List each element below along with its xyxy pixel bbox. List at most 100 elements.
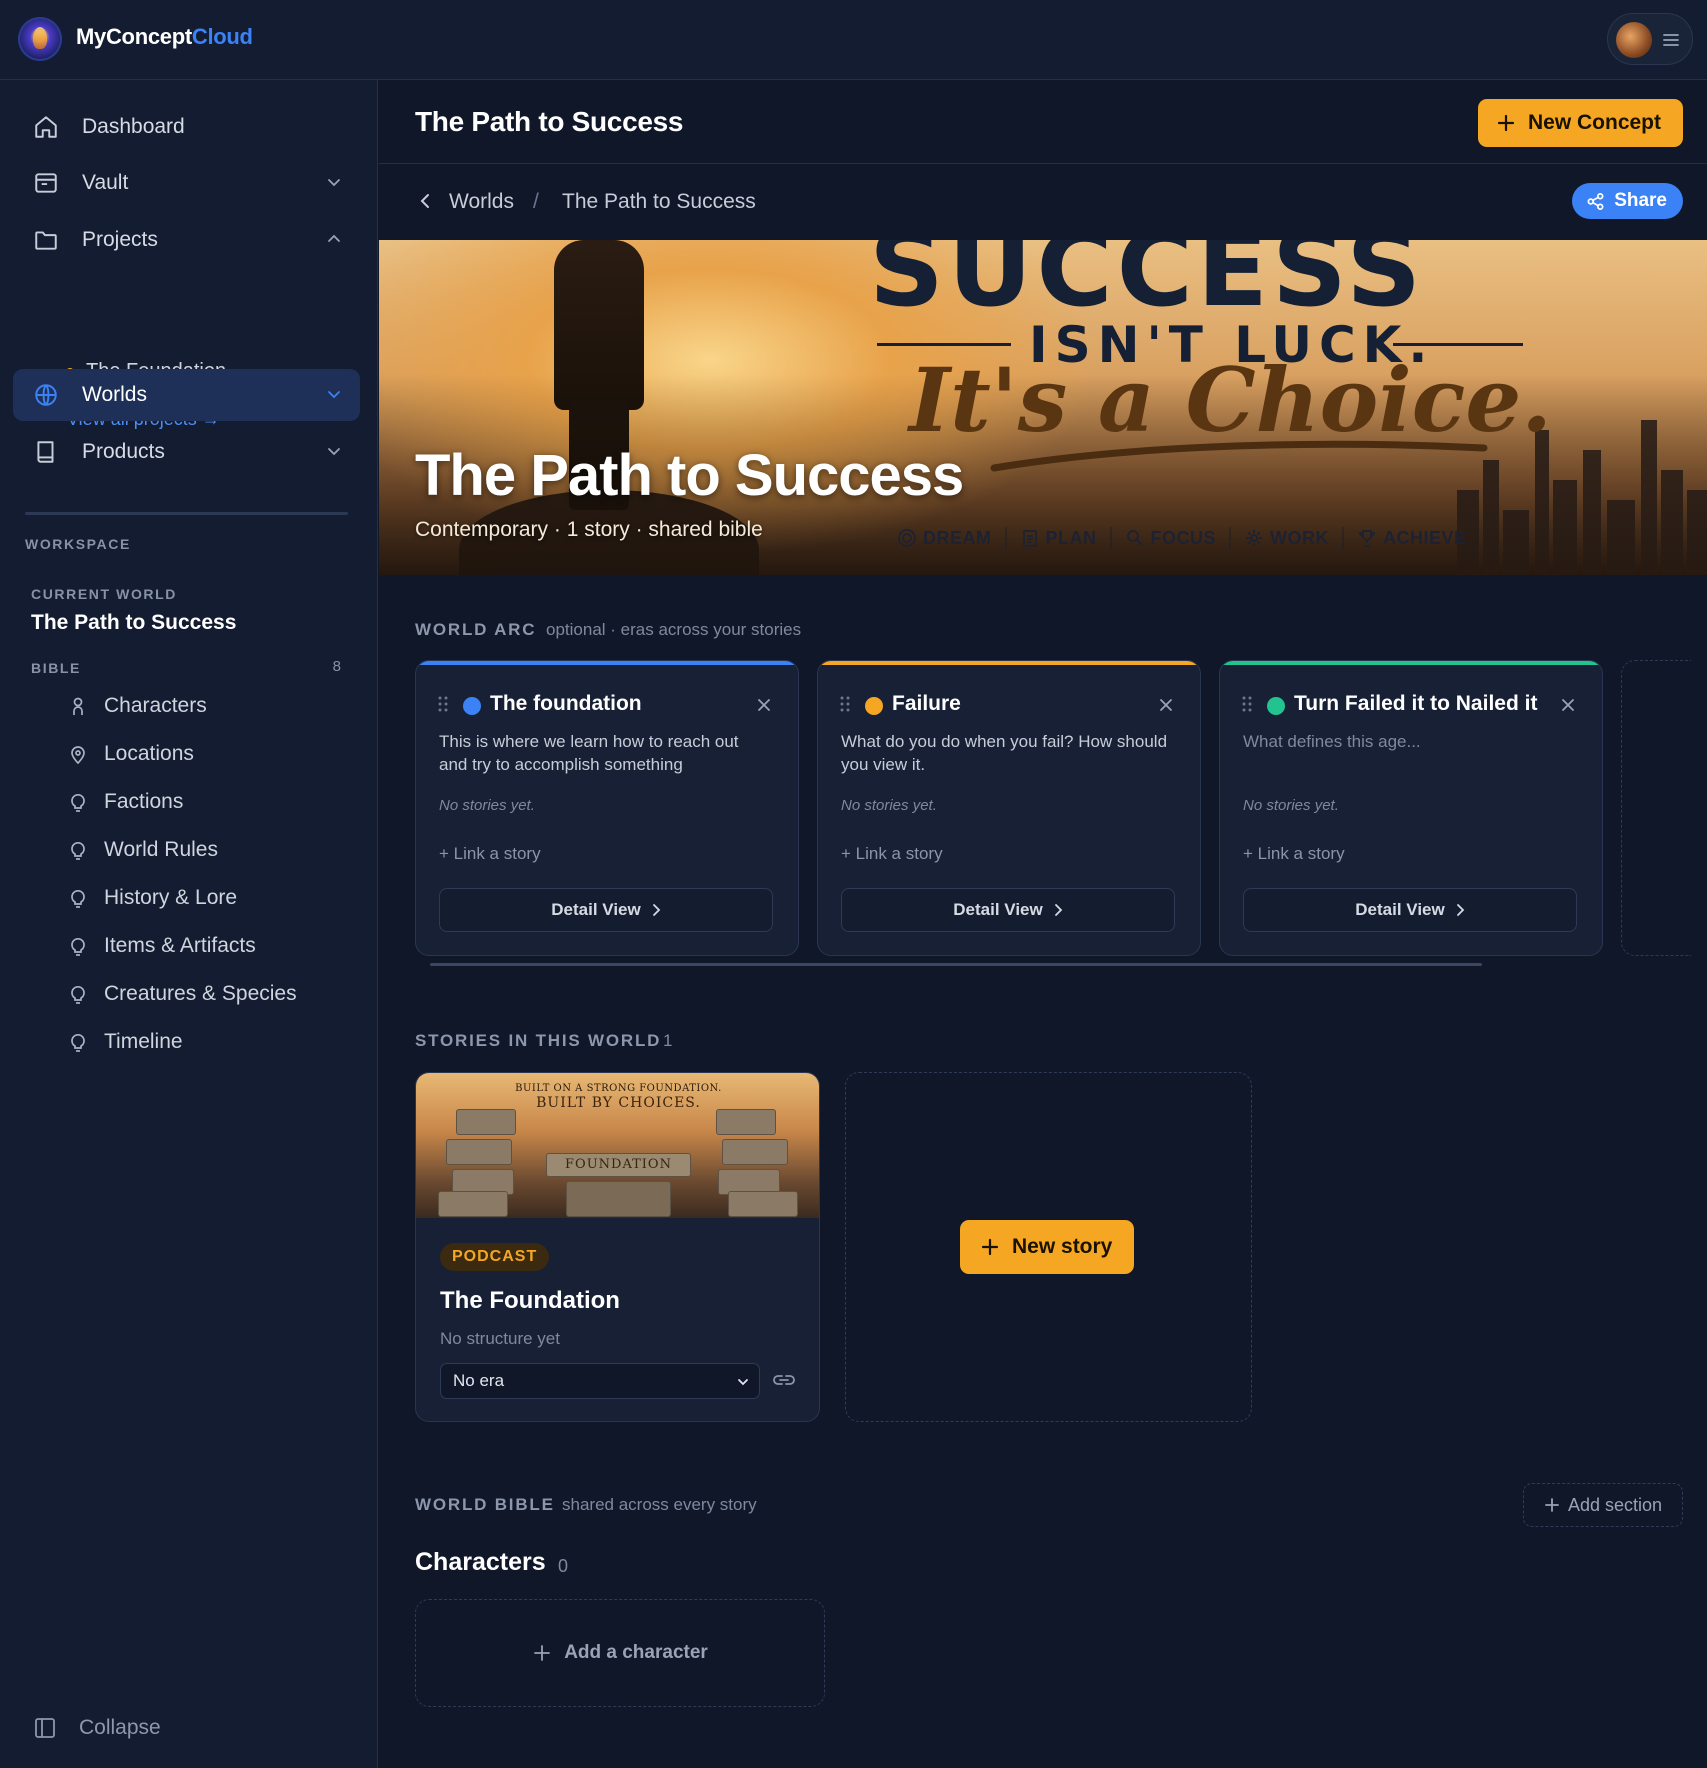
plus-icon — [1496, 113, 1516, 133]
chevron-down-icon[interactable] — [326, 443, 342, 459]
share-button[interactable]: Share — [1572, 183, 1683, 219]
sidebar-item-dashboard[interactable]: Dashboard — [13, 101, 360, 153]
era-description-placeholder[interactable]: What defines this age... — [1243, 730, 1573, 753]
chevron-up-icon[interactable] — [326, 231, 342, 247]
era-card[interactable]: Failure What do you do when you fail? Ho… — [817, 660, 1201, 956]
link-story-button[interactable]: + Link a story — [439, 844, 541, 864]
breadcrumb: Worlds / The Path to Success Share — [379, 164, 1707, 240]
story-era-select[interactable]: No era — [440, 1363, 760, 1399]
bible-item-factions[interactable]: Factions — [68, 790, 183, 814]
plus-icon — [980, 1237, 1000, 1257]
detail-view-button[interactable]: Detail View — [439, 888, 773, 932]
new-story-button[interactable]: New story — [960, 1220, 1135, 1274]
thumbnail-line-1: BUILT ON A STRONG FOUNDATION. — [515, 1083, 722, 1094]
era-color-dot[interactable] — [1267, 697, 1285, 715]
add-section-button[interactable]: Add section — [1523, 1483, 1683, 1527]
detail-view-button[interactable]: Detail View — [841, 888, 1175, 932]
breadcrumb-worlds-link[interactable]: Worlds — [449, 190, 514, 214]
close-icon[interactable] — [1158, 697, 1174, 713]
bible-item-history-lore[interactable]: History & Lore — [68, 886, 237, 910]
sidebar-item-vault[interactable]: Vault — [13, 157, 360, 209]
plus-icon — [532, 1643, 552, 1663]
new-story-dropzone: New story — [845, 1072, 1252, 1422]
sidebar-item-worlds[interactable]: Worlds — [13, 369, 360, 421]
hamburger-menu-icon — [1662, 31, 1680, 49]
top-bar: MyConceptCloud — [0, 0, 1707, 80]
bible-item-label: Locations — [104, 742, 194, 765]
brand-name[interactable]: MyConceptCloud — [76, 24, 253, 50]
era-accent-bar — [818, 661, 1200, 665]
bible-item-characters[interactable]: Characters — [68, 694, 207, 718]
collapse-sidebar-button[interactable]: Collapse — [33, 1716, 161, 1740]
bible-item-world-rules[interactable]: World Rules — [68, 838, 218, 862]
workspace-label: WORKSPACE — [25, 536, 131, 552]
hero-rule-left — [877, 343, 1011, 346]
era-color-dot[interactable] — [463, 697, 481, 715]
era-card[interactable]: Turn Failed it to Nailed it What defines… — [1219, 660, 1603, 956]
new-story-label: New story — [1012, 1235, 1113, 1258]
page-title: The Path to Success — [415, 106, 684, 137]
hero-tag-work: WORK — [1244, 528, 1329, 549]
sidebar-item-projects[interactable]: Projects — [13, 214, 360, 266]
bible-item-label: Timeline — [104, 1030, 183, 1053]
add-character-button[interactable]: Add a character — [415, 1599, 825, 1707]
era-name[interactable]: Failure — [892, 692, 961, 716]
sidebar-panel-icon — [33, 1716, 57, 1740]
drag-handle-icon[interactable] — [840, 696, 850, 712]
hero-rule-right — [1393, 343, 1523, 346]
era-description[interactable]: This is where we learn how to reach out … — [439, 730, 769, 776]
hero-tag-separator — [1342, 527, 1344, 549]
era-description[interactable]: What do you do when you fail? How should… — [841, 730, 1171, 776]
bible-section-title: Characters — [415, 1548, 546, 1576]
bible-item-timeline[interactable]: Timeline — [68, 1030, 183, 1054]
detail-view-button[interactable]: Detail View — [1243, 888, 1577, 932]
chevron-down-icon[interactable] — [326, 386, 342, 402]
page-header: The Path to Success New Concept — [379, 80, 1707, 164]
drag-handle-icon[interactable] — [1242, 696, 1252, 712]
chevron-right-icon — [651, 903, 661, 917]
bible-item-locations[interactable]: Locations — [68, 742, 194, 766]
user-menu-button[interactable] — [1607, 13, 1693, 65]
story-card[interactable]: BUILT ON A STRONG FOUNDATION. BUILT BY C… — [415, 1072, 820, 1422]
brand-name-part-2: Cloud — [191, 24, 253, 49]
home-icon — [32, 113, 60, 141]
logo-icon[interactable] — [18, 17, 62, 61]
current-world-label: CURRENT WORLD — [31, 586, 178, 602]
hero-tag-separator — [1109, 527, 1112, 549]
era-card[interactable]: The foundation This is where we learn ho… — [415, 660, 799, 956]
new-concept-label: New Concept — [1527, 111, 1661, 134]
era-accent-bar — [1220, 661, 1602, 665]
new-concept-button[interactable]: New Concept — [1477, 99, 1683, 147]
era-name[interactable]: Turn Failed it to Nailed it — [1294, 692, 1537, 716]
era-no-stories: No stories yet. — [439, 797, 535, 814]
brand-name-part-1: MyConcept — [76, 24, 192, 49]
story-title[interactable]: The Foundation — [440, 1287, 620, 1315]
world-arc-scrollbar[interactable] — [430, 963, 1482, 966]
bible-item-creatures-species[interactable]: Creatures & Species — [68, 982, 297, 1006]
drag-handle-icon[interactable] — [438, 696, 448, 712]
bible-item-label: Characters — [104, 694, 207, 717]
hero-tag-label: WORK — [1270, 527, 1329, 548]
thumbnail-center-text: FOUNDATION — [565, 1157, 672, 1172]
chevron-left-icon[interactable] — [417, 192, 433, 210]
folder-icon — [32, 226, 60, 254]
sidebar-item-products[interactable]: Products — [13, 426, 360, 478]
add-era-placeholder-card[interactable] — [1621, 660, 1691, 956]
sidebar-item-label: Vault — [82, 171, 129, 194]
bible-item-items-artifacts[interactable]: Items & Artifacts — [68, 934, 256, 958]
hero-tag-separator — [1004, 527, 1007, 549]
hero-tag-dream: DREAM — [897, 528, 992, 549]
bible-item-label: Factions — [104, 790, 184, 813]
hero-tag-separator — [1229, 527, 1231, 549]
close-icon[interactable] — [756, 697, 772, 713]
link-icon[interactable] — [772, 1372, 796, 1388]
add-character-label: Add a character — [564, 1642, 708, 1663]
trophy-icon — [1357, 528, 1377, 548]
link-story-button[interactable]: + Link a story — [1243, 844, 1345, 864]
close-icon[interactable] — [1560, 697, 1576, 713]
era-name[interactable]: The foundation — [490, 692, 642, 716]
chevron-down-icon[interactable] — [326, 174, 342, 190]
clipboard-icon — [1020, 528, 1040, 548]
era-color-dot[interactable] — [865, 697, 883, 715]
link-story-button[interactable]: + Link a story — [841, 844, 943, 864]
